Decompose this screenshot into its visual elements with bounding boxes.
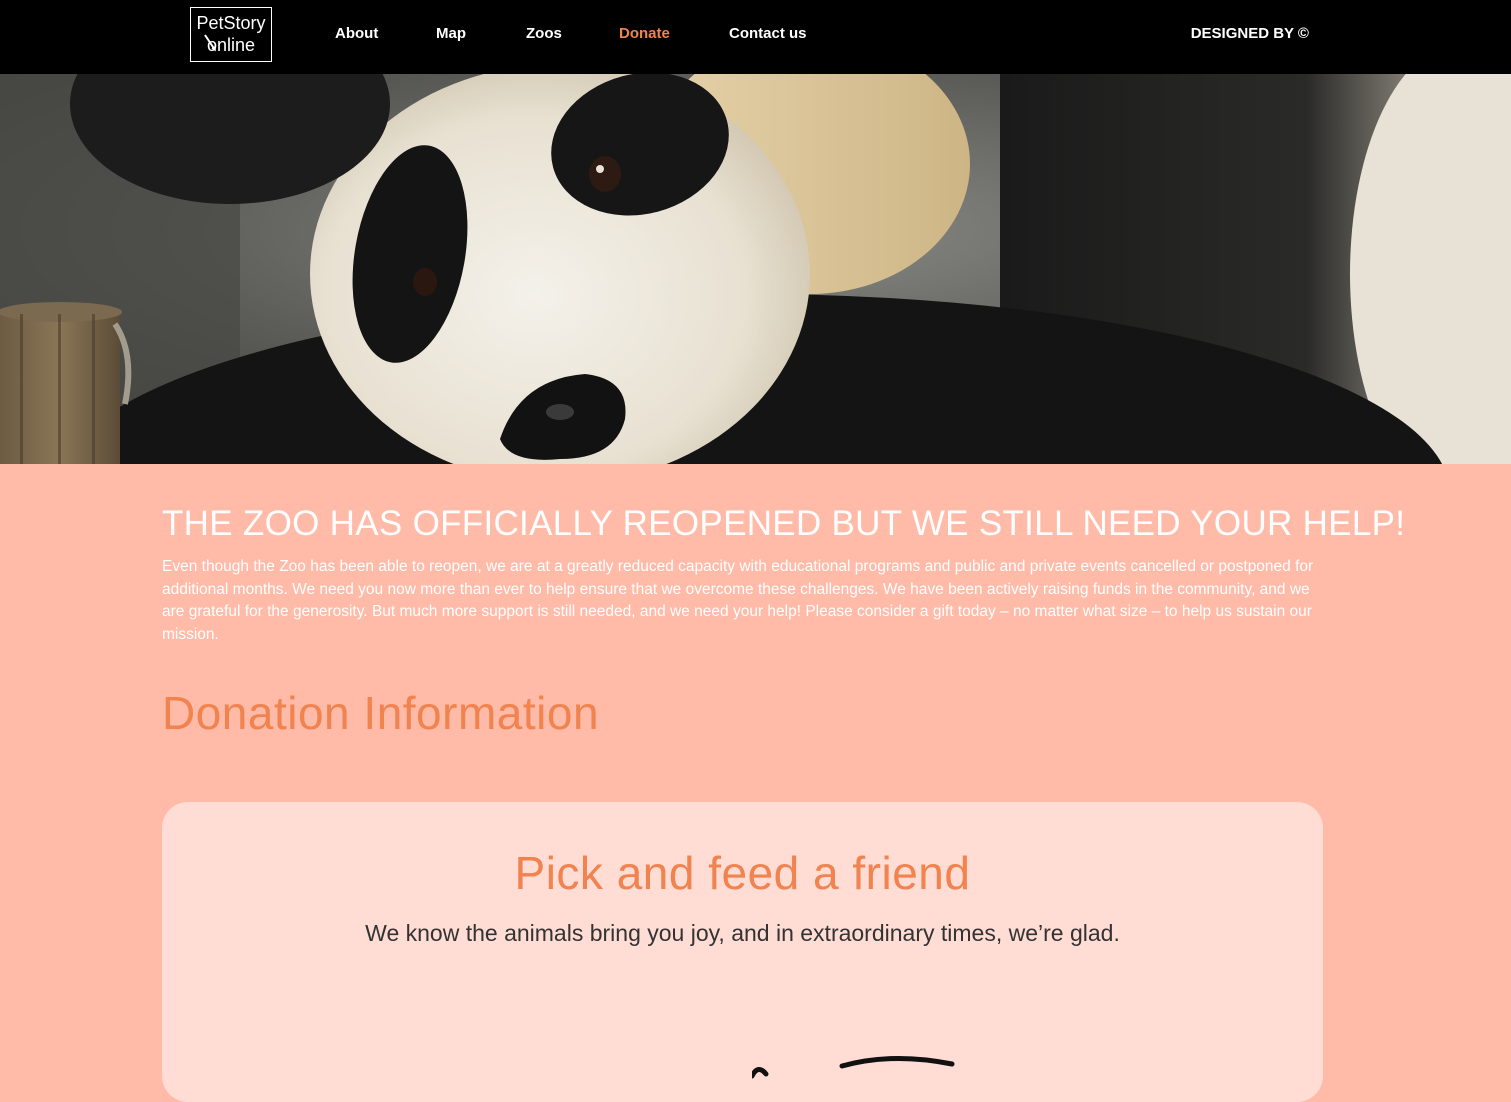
site-logo[interactable]: PetStory online bbox=[190, 7, 272, 62]
designed-by-credit: DESIGNED BY © bbox=[1190, 25, 1309, 42]
nav-link-map[interactable]: Map bbox=[436, 25, 466, 42]
top-navbar: PetStory online About Map Zoos Donate Co… bbox=[0, 0, 1511, 74]
nav-link-about[interactable]: About bbox=[335, 25, 378, 42]
donation-intro-paragraph: Even though the Zoo has been able to reo… bbox=[162, 558, 1314, 643]
donation-information-heading: Donation Information bbox=[162, 687, 600, 739]
nav-link-zoos[interactable]: Zoos bbox=[526, 25, 562, 42]
card-subtitle: We know the animals bring you joy, and i… bbox=[365, 920, 1120, 946]
reopened-headline: THE ZOO HAS OFFICIALLY REOPENED BUT WE S… bbox=[162, 504, 1406, 543]
animal-illustration-icon bbox=[752, 1055, 955, 1079]
hero-panda-image bbox=[0, 74, 1511, 464]
logo-line-1: PetStory bbox=[196, 13, 266, 33]
nav-link-donate[interactable]: Donate bbox=[619, 25, 670, 42]
feed-a-friend-card: Pick and feed a friend We know the anima… bbox=[162, 802, 1323, 1102]
nav-link-contact[interactable]: Contact us bbox=[729, 25, 807, 42]
card-title: Pick and feed a friend bbox=[514, 847, 971, 899]
mouse-cursor-icon bbox=[204, 34, 216, 52]
